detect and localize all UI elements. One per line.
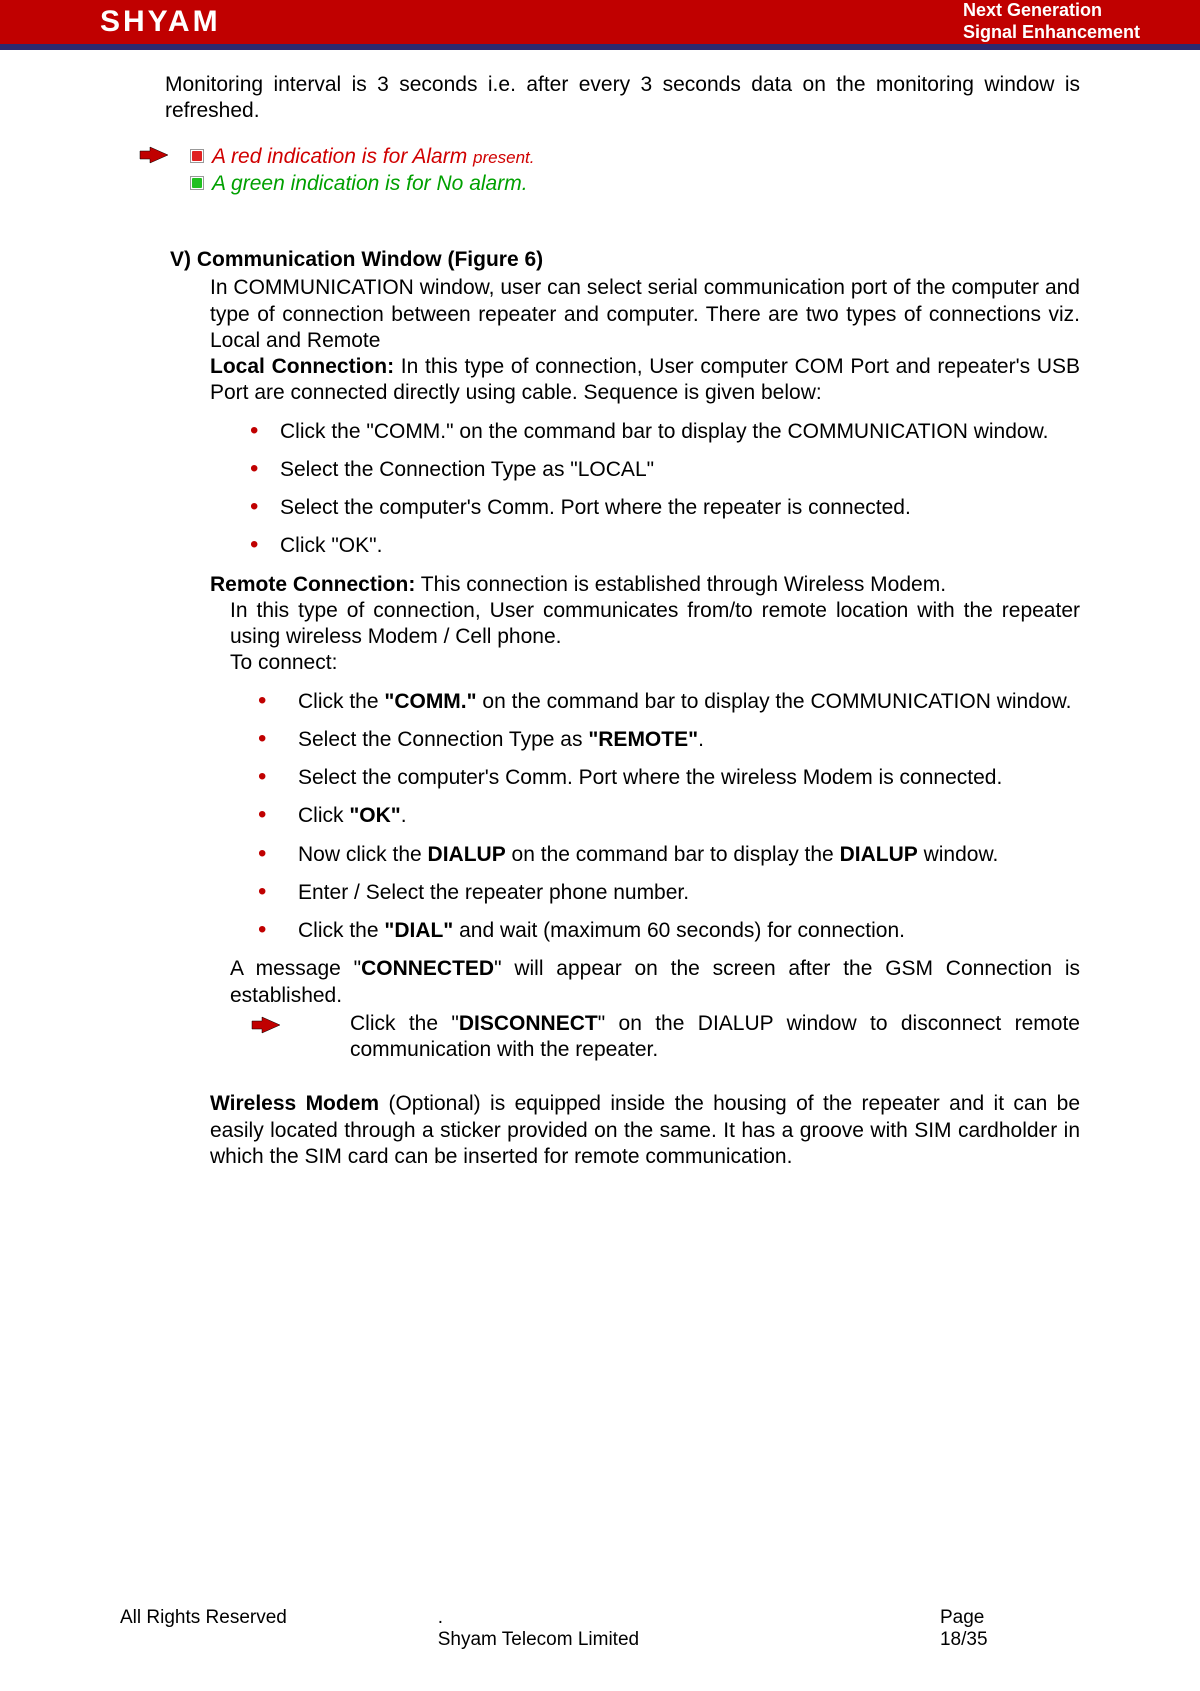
text-bold: "REMOTE" <box>588 728 698 751</box>
local-label: Local Connection: <box>210 355 394 378</box>
text: window. <box>918 843 999 866</box>
red-note-suffix: present. <box>473 148 534 167</box>
remote-rest: This connection is established through W… <box>415 573 946 596</box>
tagline-2: Signal Enhancement <box>963 22 1140 44</box>
header-bar: SHYAM Next Generation Signal Enhancement <box>0 0 1200 50</box>
list-item: Click "OK". <box>258 803 1080 829</box>
local-steps: Click the "COMM." on the command bar to … <box>250 419 1080 560</box>
list-item: Now click the DIALUP on the command bar … <box>258 842 1080 868</box>
section-v: V) Communication Window (Figure 6) In CO… <box>170 247 1080 1170</box>
list-item: Select the computer's Comm. Port where t… <box>250 495 1080 521</box>
list-item: Click the "DIAL" and wait (maximum 60 se… <box>258 918 1080 944</box>
wireless-modem-para: Wireless Modem (Optional) is equipped in… <box>210 1091 1080 1170</box>
red-alarm-note: A red indication is for Alarm present. <box>190 143 534 170</box>
remote-label: Remote Connection: <box>210 573 415 596</box>
to-connect: To connect: <box>230 650 1080 676</box>
red-indicator-icon <box>190 149 204 163</box>
footer-page-number: 18/35 <box>940 1629 988 1650</box>
text: on the command bar to display the <box>506 843 840 866</box>
connected-message: A message "CONNECTED" will appear on the… <box>230 956 1080 1009</box>
page-footer: All Rights Reserved . Shyam Telecom Limi… <box>0 1607 1200 1651</box>
text: Click the <box>298 919 384 942</box>
pointing-hand-icon <box>250 1013 284 1033</box>
green-indicator-icon <box>190 176 204 190</box>
section-v-title: V) Communication Window (Figure 6) <box>170 247 1080 273</box>
text: . <box>698 728 704 751</box>
footer-left: All Rights Reserved <box>120 1607 287 1651</box>
list-item: Select the computer's Comm. Port where t… <box>258 765 1080 791</box>
text: Now click the <box>298 843 428 866</box>
logo: SHYAM <box>100 5 221 39</box>
local-connection-para: Local Connection: In this type of connec… <box>210 354 1080 407</box>
list-item: Click the "COMM." on the command bar to … <box>258 689 1080 715</box>
footer-center: Shyam Telecom Limited <box>438 1629 639 1650</box>
text: Click the <box>298 690 384 713</box>
list-item: Click the "COMM." on the command bar to … <box>250 419 1080 445</box>
text: Click <box>298 804 349 827</box>
text-bold: DIALUP <box>428 843 506 866</box>
text-bold: DISCONNECT <box>459 1012 598 1035</box>
header-tagline: Next Generation Signal Enhancement <box>963 0 1140 43</box>
text-bold: "COMM." <box>384 690 476 713</box>
text-bold: "OK" <box>349 804 400 827</box>
text-bold: CONNECTED <box>361 957 494 980</box>
green-note-text: A green indication is for No alarm. <box>212 170 528 197</box>
text: on the command bar to display the COMMUN… <box>477 690 1072 713</box>
alarm-notes: A red indication is for Alarm present. A… <box>170 143 1080 198</box>
text: Click the " <box>350 1012 459 1035</box>
disconnect-note: Click the "DISCONNECT" on the DIALUP win… <box>350 1011 1080 1064</box>
text: A message " <box>230 957 361 980</box>
remote-steps: Click the "COMM." on the command bar to … <box>258 689 1080 945</box>
list-item: Select the Connection Type as "REMOTE". <box>258 727 1080 753</box>
text-bold: Wireless Modem <box>210 1092 379 1115</box>
text: . <box>401 804 407 827</box>
text: and wait (maximum 60 seconds) for connec… <box>453 919 905 942</box>
text-bold: "DIAL" <box>384 919 453 942</box>
list-item: Enter / Select the repeater phone number… <box>258 880 1080 906</box>
text-bold: DIALUP <box>840 843 918 866</box>
footer-dot: . <box>438 1607 639 1629</box>
intro-paragraph: Monitoring interval is 3 seconds i.e. af… <box>165 72 1080 125</box>
footer-page-label: Page <box>940 1607 1080 1629</box>
tagline-1: Next Generation <box>963 0 1140 22</box>
red-note-text: A red indication is for Alarm <box>212 145 473 168</box>
page-content: Monitoring interval is 3 seconds i.e. af… <box>0 50 1200 1170</box>
section-v-p1: In COMMUNICATION window, user can select… <box>210 275 1080 354</box>
text: Select the Connection Type as <box>298 728 588 751</box>
list-item: Select the Connection Type as "LOCAL" <box>250 457 1080 483</box>
remote-connection-para: Remote Connection: This connection is es… <box>210 572 1080 598</box>
green-alarm-note: A green indication is for No alarm. <box>190 170 534 197</box>
pointing-hand-icon <box>138 143 172 167</box>
list-item: Click "OK". <box>250 533 1080 559</box>
remote-sub: In this type of connection, User communi… <box>230 598 1080 651</box>
